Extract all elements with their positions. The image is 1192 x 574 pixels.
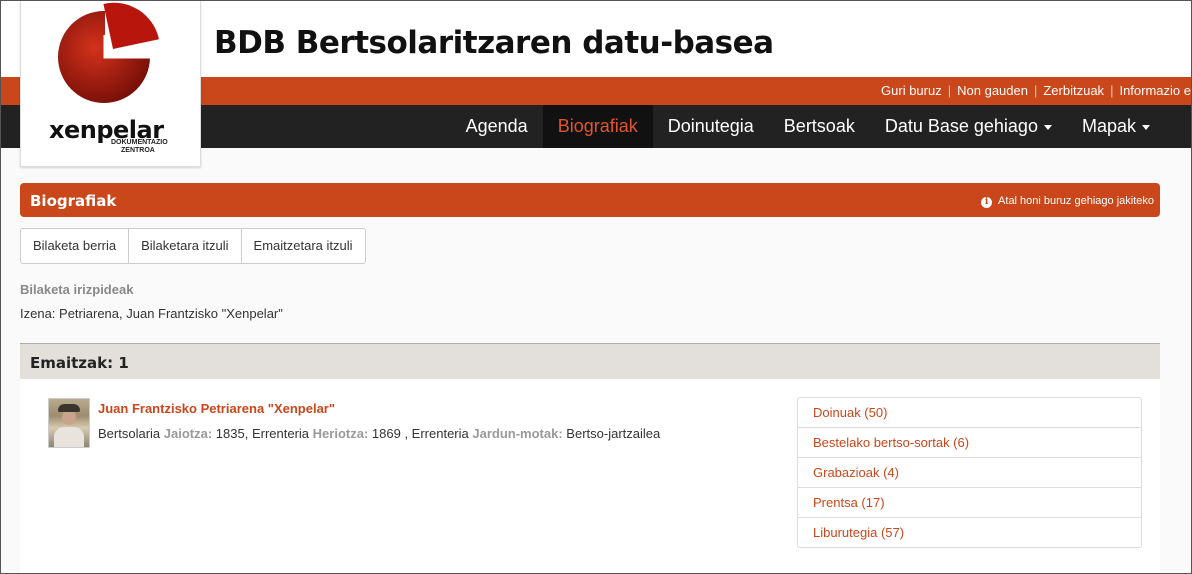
top-link-separator: | — [947, 83, 952, 98]
top-link-guri-buruz[interactable]: Guri buruz — [881, 83, 942, 98]
link-liburutegia[interactable]: Liburutegia (57) — [798, 517, 1141, 547]
death-value: 1869 , Errenteria — [371, 426, 469, 441]
nav-item-label: Agenda — [465, 116, 528, 136]
nav-item-datu-base-gehiago[interactable]: Datu Base gehiago — [870, 105, 1067, 148]
top-link-non-gauden[interactable]: Non gauden — [957, 83, 1028, 98]
top-link-separator: | — [1033, 83, 1038, 98]
nav-item-label: Biografiak — [557, 116, 638, 136]
search-criteria-value: Izena: Petriarena, Juan Frantzisko "Xenp… — [20, 306, 283, 321]
link-doinuak[interactable]: Doinuak (50) — [798, 398, 1141, 427]
nav-item-agenda[interactable]: Agenda — [451, 105, 543, 148]
photo-hat — [58, 404, 80, 412]
person-info: Bertsolaria Jaiotza: 1835, Errenteria He… — [98, 426, 660, 441]
nav-item-label: Doinutegia — [667, 116, 754, 136]
activity-label: Jardun-motak: — [472, 426, 563, 441]
photo-body — [54, 427, 84, 447]
results-header: Emaitzak: 1 — [20, 343, 1160, 380]
top-link-zerbitzuak[interactable]: Zerbitzuak — [1043, 83, 1104, 98]
results-title: Emaitzak: 1 — [30, 354, 129, 372]
new-search-button[interactable]: Bilaketa berria — [20, 228, 130, 264]
related-links-list: Doinuak (50) Bestelako bertso-sortak (6)… — [797, 397, 1142, 548]
site-title[interactable]: BDB Bertsolaritzaren datu-basea — [214, 25, 774, 61]
person-name-link[interactable]: Juan Frantzisko Petriarena "Xenpelar" — [98, 401, 335, 416]
section-title: Biografiak — [30, 192, 117, 210]
nav-item-doinutegia[interactable]: Doinutegia — [653, 105, 769, 148]
logo-subtitle-line: DOKUMENTAZIO — [111, 139, 168, 146]
logo-mark-icon — [58, 2, 159, 103]
nav-item-label: Mapak — [1081, 116, 1136, 136]
main-nav: Agenda Biografiak Doinutegia Bertsoak Da… — [451, 105, 1165, 148]
nav-item-bertsoak[interactable]: Bertsoak — [769, 105, 870, 148]
logo-subtitle-line: ZENTROA — [121, 147, 155, 154]
nav-item-label: Bertsoak — [783, 116, 855, 136]
search-button-group: Bilaketa berria Bilaketara itzuli Emaitz… — [20, 228, 366, 264]
link-prentsa[interactable]: Prentsa (17) — [798, 487, 1141, 517]
search-criteria-label: Bilaketa irizpideak — [20, 282, 134, 297]
caret-down-icon — [1142, 124, 1150, 130]
info-link-label: Atal honi buruz gehiago jakiteko — [998, 195, 1154, 207]
person-role: Bertsolaria — [98, 426, 161, 441]
nav-item-mapak[interactable]: Mapak — [1067, 105, 1165, 148]
info-icon: i — [981, 197, 993, 208]
logo-subtitle: DOKUMENTAZIO ZENTROA — [111, 139, 168, 155]
link-grabazioak[interactable]: Grabazioak (4) — [798, 457, 1141, 487]
activity-value: Bertso-jartzailea — [566, 426, 661, 441]
top-links: Guri buruz | Non gauden | Zerbitzuak | Informa… — [881, 83, 1191, 98]
person-photo[interactable] — [48, 398, 90, 448]
top-link-separator: | — [1110, 83, 1114, 98]
birth-label: Jaiotza: — [163, 426, 213, 441]
nav-item-biografiak[interactable]: Biografiak — [542, 105, 653, 148]
page-frame: BDB Bertsolaritzaren datu-basea Guri bur… — [0, 0, 1192, 574]
logo[interactable]: xenpelar DOKUMENTAZIO ZENTROA — [20, 1, 201, 167]
top-link-informazioa[interactable]: Informazio e — [1119, 83, 1191, 98]
nav-item-label: Datu Base gehiago — [884, 116, 1038, 136]
link-bestelako-bertso-sortak[interactable]: Bestelako bertso-sortak (6) — [798, 427, 1141, 457]
caret-down-icon — [1043, 124, 1052, 130]
info-link[interactable]: i Atal honi buruz gehiago jakiteko — [981, 195, 1154, 208]
birth-value: 1835, Errenteria — [215, 426, 310, 441]
death-label: Heriotza: — [312, 426, 369, 441]
back-to-search-button[interactable]: Bilaketara itzuli — [128, 228, 242, 264]
section-header: Biografiak i Atal honi buruz gehiago jaki… — [20, 183, 1160, 217]
back-to-results-button[interactable]: Emaitzetara itzuli — [240, 228, 366, 264]
